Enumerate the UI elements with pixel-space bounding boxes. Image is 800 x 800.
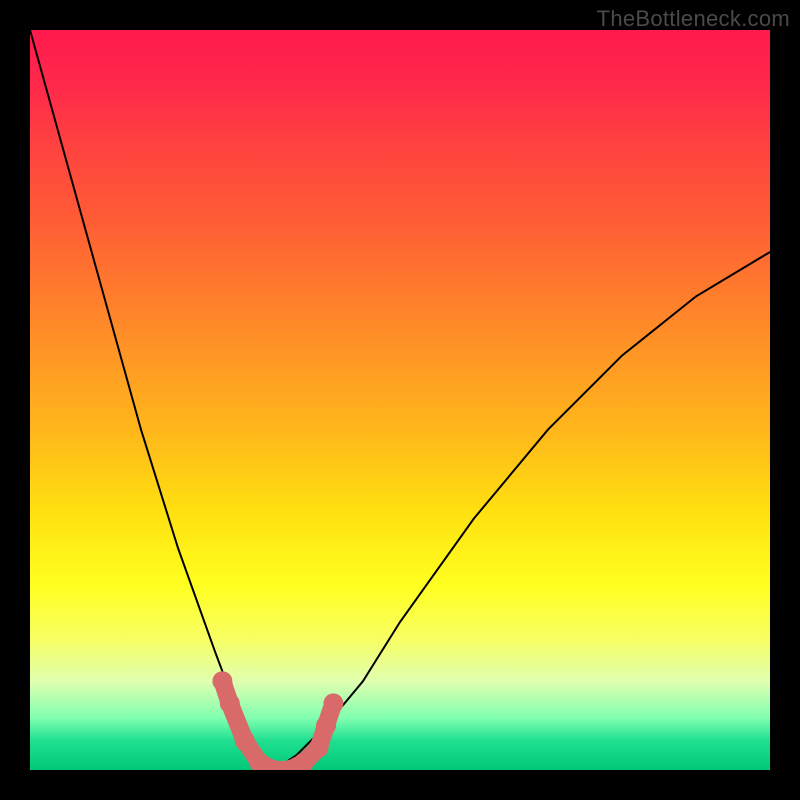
valley-marker-dot	[235, 730, 255, 750]
valley-marker-dots	[212, 671, 343, 770]
curve-right	[274, 252, 770, 770]
chart-svg	[30, 30, 770, 770]
curve-left	[30, 30, 274, 770]
valley-marker-dot	[264, 760, 284, 770]
valley-marker-dot	[249, 753, 269, 770]
valley-marker-stroke	[222, 681, 333, 770]
valley-marker-dot	[323, 693, 343, 713]
watermark-text: TheBottleneck.com	[597, 6, 790, 32]
valley-marker-dot	[212, 671, 232, 691]
plot-area	[30, 30, 770, 770]
valley-marker-dot	[220, 693, 240, 713]
valley-marker-dot	[309, 738, 329, 758]
valley-marker-dot	[294, 753, 314, 770]
chart-frame: TheBottleneck.com	[0, 0, 800, 800]
valley-marker-dot	[279, 760, 299, 770]
valley-marker-dot	[316, 716, 336, 736]
